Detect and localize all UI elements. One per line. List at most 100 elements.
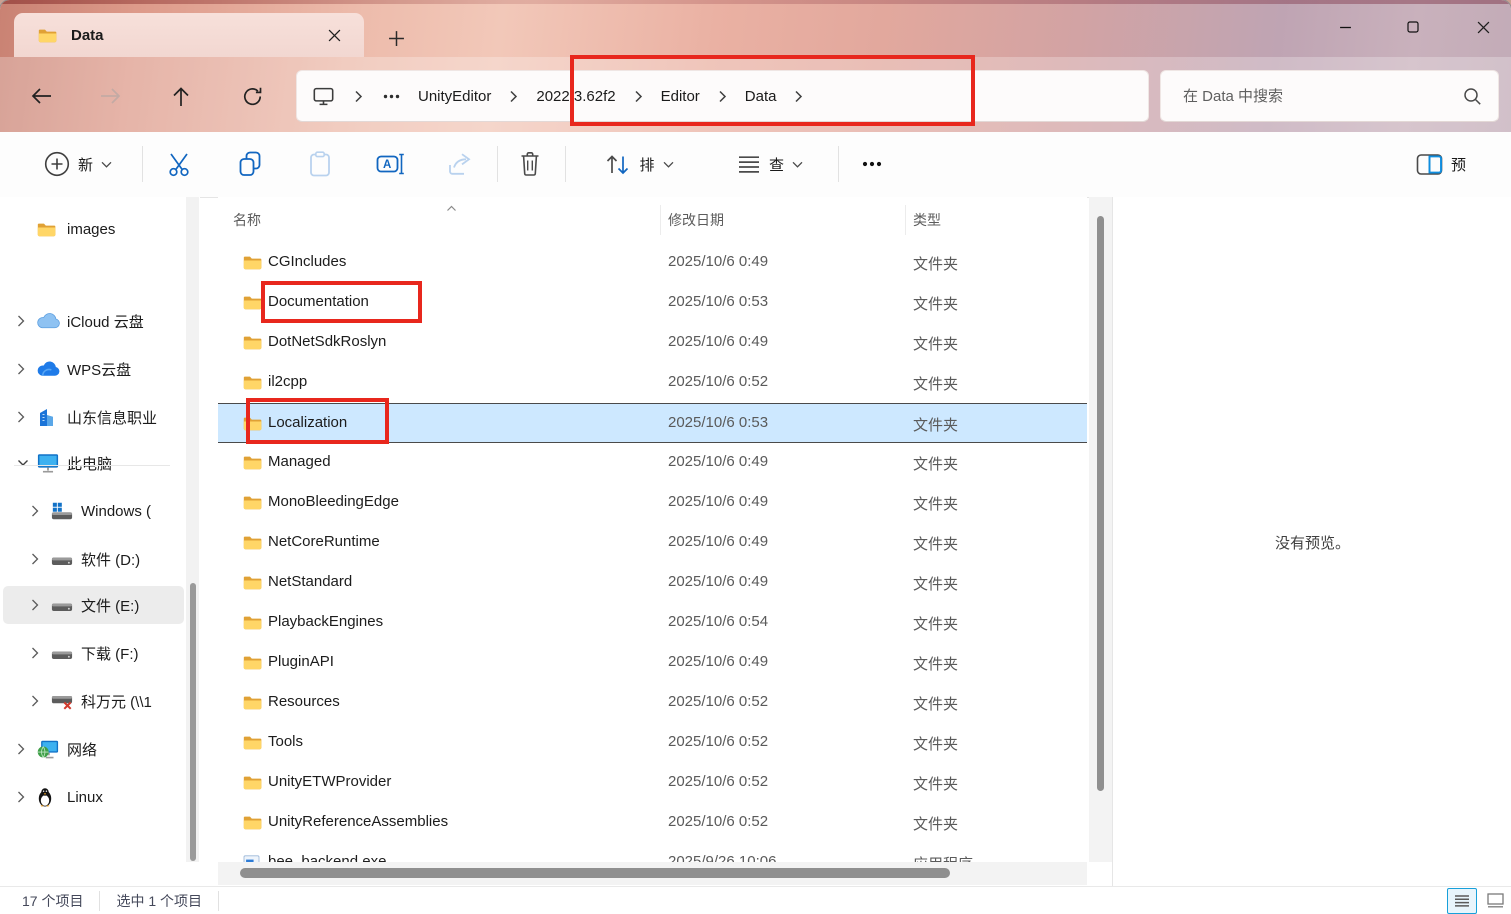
share-button[interactable] xyxy=(438,142,482,186)
chevron-right-icon[interactable] xyxy=(31,647,47,659)
copy-button[interactable] xyxy=(228,142,272,186)
folder-icon xyxy=(243,735,262,750)
new-tab-button[interactable] xyxy=(382,24,410,52)
sidebar-item[interactable]: 软件 (D:) xyxy=(3,540,184,578)
filelist-scrollbar-thumb[interactable] xyxy=(1097,216,1104,791)
column-name[interactable]: 名称 xyxy=(233,210,261,230)
sidebar-item[interactable]: WPS云盘 xyxy=(3,350,184,388)
search-icon[interactable] xyxy=(1463,87,1498,106)
file-date: 2025/10/6 0:52 xyxy=(668,813,768,830)
sidebar-item[interactable]: images xyxy=(3,210,184,248)
view-button[interactable]: 查 xyxy=(712,142,828,186)
folder-icon xyxy=(243,375,262,390)
paste-button[interactable] xyxy=(298,142,342,186)
table-row[interactable]: MonoBleedingEdge2025/10/6 0:49文件夹 xyxy=(218,483,1087,523)
table-row[interactable]: UnityReferenceAssemblies2025/10/6 0:52文件… xyxy=(218,803,1087,843)
chevron-right-icon[interactable] xyxy=(344,90,373,103)
file-date: 2025/10/6 0:52 xyxy=(668,373,768,390)
table-row[interactable]: Tools2025/10/6 0:52文件夹 xyxy=(218,723,1087,763)
new-plus-icon xyxy=(44,151,70,177)
file-date: 2025/10/6 0:49 xyxy=(668,533,768,550)
forward-button[interactable] xyxy=(93,78,129,114)
table-row[interactable]: Managed2025/10/6 0:49文件夹 xyxy=(218,443,1087,483)
table-row[interactable]: bee_backend.exe2025/9/26 10:06应用程序 xyxy=(218,843,1087,862)
sidebar-item[interactable]: 网络 xyxy=(3,730,184,768)
close-button[interactable] xyxy=(1460,10,1506,44)
view-label: 查 xyxy=(769,154,784,175)
drive-icon xyxy=(51,551,77,568)
sidebar-scrollbar-thumb[interactable] xyxy=(190,583,196,861)
chevron-right-icon[interactable] xyxy=(17,743,33,755)
chevron-right-icon[interactable] xyxy=(499,90,528,103)
sidebar-item[interactable]: 科万元 (\\1 xyxy=(3,682,184,720)
search-input[interactable] xyxy=(1161,88,1463,105)
tab-close-icon[interactable] xyxy=(322,23,346,47)
chevron-right-icon[interactable] xyxy=(17,411,33,423)
table-row[interactable]: PlaybackEngines2025/10/6 0:54文件夹 xyxy=(218,603,1087,643)
annotation-box-documentation xyxy=(261,281,422,323)
table-row[interactable]: NetStandard2025/10/6 0:49文件夹 xyxy=(218,563,1087,603)
chevron-right-icon[interactable] xyxy=(31,553,47,565)
chevron-right-icon[interactable] xyxy=(31,599,47,611)
details-view-toggle[interactable] xyxy=(1447,888,1477,914)
file-date: 2025/10/6 0:52 xyxy=(668,773,768,790)
icloud-icon xyxy=(37,313,63,329)
chevron-right-icon[interactable] xyxy=(17,315,33,327)
sidebar-item[interactable]: 文件 (E:) xyxy=(3,586,184,624)
toolbar-divider xyxy=(142,146,143,182)
table-row[interactable]: NetCoreRuntime2025/10/6 0:49文件夹 xyxy=(218,523,1087,563)
table-row[interactable]: DotNetSdkRoslyn2025/10/6 0:49文件夹 xyxy=(218,323,1087,363)
maximize-button[interactable] xyxy=(1390,10,1436,44)
sidebar-item[interactable]: Linux xyxy=(3,778,184,816)
sort-button[interactable]: 排 xyxy=(580,142,698,186)
file-name: il2cpp xyxy=(268,373,307,390)
new-button[interactable]: 新 xyxy=(22,142,134,186)
sidebar-item[interactable]: Windows ( xyxy=(3,492,184,530)
folder-icon xyxy=(243,695,262,710)
table-row[interactable]: UnityETWProvider2025/10/6 0:52文件夹 xyxy=(218,763,1087,803)
column-divider[interactable] xyxy=(905,205,906,235)
chevron-right-icon[interactable] xyxy=(17,363,33,375)
column-type[interactable]: 类型 xyxy=(913,210,941,230)
minimize-button[interactable] xyxy=(1322,10,1368,44)
column-date[interactable]: 修改日期 xyxy=(668,210,724,230)
column-divider[interactable] xyxy=(660,205,661,235)
refresh-button[interactable] xyxy=(234,78,270,114)
folder-icon xyxy=(38,28,57,43)
file-type: 文件夹 xyxy=(913,693,958,714)
toolbar-divider xyxy=(497,146,498,182)
sidebar-item[interactable]: 山东信息职业 xyxy=(3,398,184,436)
delete-button[interactable] xyxy=(508,142,552,186)
sidebar-item-label: Windows ( xyxy=(81,503,151,520)
table-row[interactable]: PluginAPI2025/10/6 0:49文件夹 xyxy=(218,643,1087,683)
up-button[interactable] xyxy=(163,78,199,114)
preview-toggle-button[interactable]: 预 xyxy=(1406,142,1484,186)
more-button[interactable] xyxy=(850,142,894,186)
chevron-right-icon[interactable] xyxy=(31,505,47,517)
file-date: 2025/10/6 0:53 xyxy=(668,414,768,431)
horizontal-scrollbar-thumb[interactable] xyxy=(240,868,950,878)
table-row[interactable]: il2cpp2025/10/6 0:52文件夹 xyxy=(218,363,1087,403)
chevron-right-icon[interactable] xyxy=(17,791,33,803)
table-row[interactable]: CGIncludes2025/10/6 0:49文件夹 xyxy=(218,243,1087,283)
sidebar-item[interactable]: iCloud 云盘 xyxy=(3,302,184,340)
annotation-box-localization xyxy=(246,398,389,444)
search-box[interactable] xyxy=(1160,70,1499,122)
sidebar-item[interactable]: 下载 (F:) xyxy=(3,634,184,672)
cut-button[interactable] xyxy=(158,142,202,186)
sidebar-item-label: 山东信息职业 xyxy=(67,407,157,428)
back-button[interactable] xyxy=(23,78,59,114)
breadcrumb-item[interactable]: UnityEditor xyxy=(410,84,499,109)
this-pc-icon[interactable] xyxy=(297,87,344,106)
content-view-toggle[interactable] xyxy=(1481,888,1509,912)
sidebar-item-label: iCloud 云盘 xyxy=(67,311,144,332)
rename-button[interactable]: A xyxy=(368,142,412,186)
sidebar-item-label: 网络 xyxy=(67,739,97,760)
folder-icon xyxy=(243,255,262,270)
explorer-tab[interactable]: Data xyxy=(14,13,364,57)
folder-icon xyxy=(243,815,262,830)
chevron-right-icon[interactable] xyxy=(31,695,47,707)
table-row[interactable]: Resources2025/10/6 0:52文件夹 xyxy=(218,683,1087,723)
sidebar-item[interactable]: 此电脑 xyxy=(3,444,184,482)
ellipsis-icon[interactable] xyxy=(373,94,410,99)
